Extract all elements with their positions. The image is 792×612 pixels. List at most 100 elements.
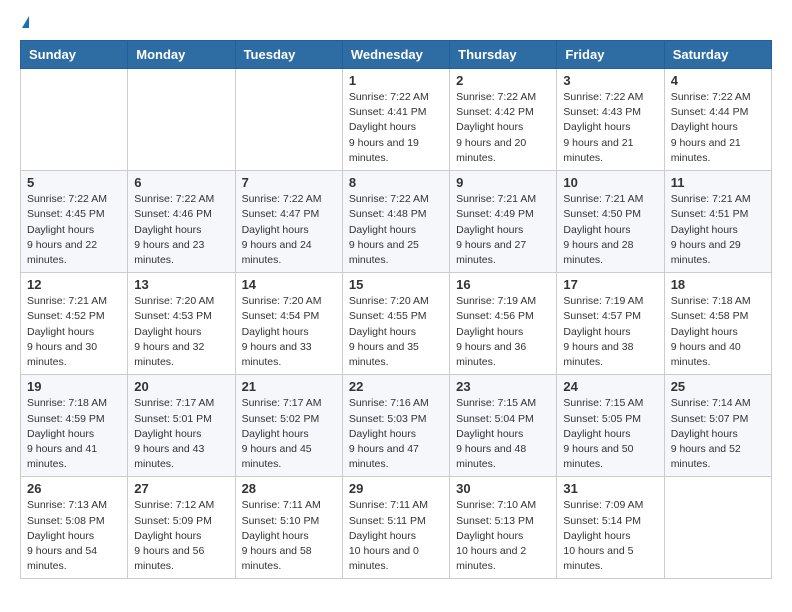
calendar-cell <box>664 477 771 579</box>
calendar-cell: 7 Sunrise: 7:22 AM Sunset: 4:47 PM Dayli… <box>235 171 342 273</box>
weekday-header: Friday <box>557 41 664 69</box>
day-number: 18 <box>671 277 765 292</box>
day-info: Sunrise: 7:22 AM Sunset: 4:41 PM Dayligh… <box>349 90 443 166</box>
calendar-table: SundayMondayTuesdayWednesdayThursdayFrid… <box>20 40 772 579</box>
calendar-cell: 24 Sunrise: 7:15 AM Sunset: 5:05 PM Dayl… <box>557 375 664 477</box>
day-number: 1 <box>349 73 443 88</box>
calendar-cell <box>21 69 128 171</box>
day-number: 20 <box>134 379 228 394</box>
calendar-cell: 11 Sunrise: 7:21 AM Sunset: 4:51 PM Dayl… <box>664 171 771 273</box>
day-number: 8 <box>349 175 443 190</box>
day-info: Sunrise: 7:20 AM Sunset: 4:55 PM Dayligh… <box>349 294 443 370</box>
day-number: 30 <box>456 481 550 496</box>
calendar-week-row: 12 Sunrise: 7:21 AM Sunset: 4:52 PM Dayl… <box>21 273 772 375</box>
day-info: Sunrise: 7:21 AM Sunset: 4:52 PM Dayligh… <box>27 294 121 370</box>
day-info: Sunrise: 7:18 AM Sunset: 4:58 PM Dayligh… <box>671 294 765 370</box>
day-info: Sunrise: 7:17 AM Sunset: 5:01 PM Dayligh… <box>134 396 228 472</box>
day-number: 16 <box>456 277 550 292</box>
calendar-cell: 30 Sunrise: 7:10 AM Sunset: 5:13 PM Dayl… <box>450 477 557 579</box>
day-info: Sunrise: 7:14 AM Sunset: 5:07 PM Dayligh… <box>671 396 765 472</box>
calendar-cell: 22 Sunrise: 7:16 AM Sunset: 5:03 PM Dayl… <box>342 375 449 477</box>
day-number: 4 <box>671 73 765 88</box>
calendar-cell: 21 Sunrise: 7:17 AM Sunset: 5:02 PM Dayl… <box>235 375 342 477</box>
calendar-cell: 15 Sunrise: 7:20 AM Sunset: 4:55 PM Dayl… <box>342 273 449 375</box>
calendar-cell: 17 Sunrise: 7:19 AM Sunset: 4:57 PM Dayl… <box>557 273 664 375</box>
calendar-cell: 5 Sunrise: 7:22 AM Sunset: 4:45 PM Dayli… <box>21 171 128 273</box>
calendar-cell: 16 Sunrise: 7:19 AM Sunset: 4:56 PM Dayl… <box>450 273 557 375</box>
calendar-header-row: SundayMondayTuesdayWednesdayThursdayFrid… <box>21 41 772 69</box>
calendar-cell: 13 Sunrise: 7:20 AM Sunset: 4:53 PM Dayl… <box>128 273 235 375</box>
day-info: Sunrise: 7:15 AM Sunset: 5:04 PM Dayligh… <box>456 396 550 472</box>
day-info: Sunrise: 7:19 AM Sunset: 4:57 PM Dayligh… <box>563 294 657 370</box>
day-info: Sunrise: 7:22 AM Sunset: 4:44 PM Dayligh… <box>671 90 765 166</box>
day-number: 5 <box>27 175 121 190</box>
day-number: 22 <box>349 379 443 394</box>
weekday-header: Wednesday <box>342 41 449 69</box>
logo-icon <box>22 16 29 28</box>
day-number: 27 <box>134 481 228 496</box>
day-number: 3 <box>563 73 657 88</box>
weekday-header: Sunday <box>21 41 128 69</box>
day-info: Sunrise: 7:17 AM Sunset: 5:02 PM Dayligh… <box>242 396 336 472</box>
logo <box>20 16 29 28</box>
weekday-header: Saturday <box>664 41 771 69</box>
calendar-cell: 23 Sunrise: 7:15 AM Sunset: 5:04 PM Dayl… <box>450 375 557 477</box>
calendar-cell: 19 Sunrise: 7:18 AM Sunset: 4:59 PM Dayl… <box>21 375 128 477</box>
day-info: Sunrise: 7:21 AM Sunset: 4:49 PM Dayligh… <box>456 192 550 268</box>
calendar-cell: 12 Sunrise: 7:21 AM Sunset: 4:52 PM Dayl… <box>21 273 128 375</box>
calendar-week-row: 1 Sunrise: 7:22 AM Sunset: 4:41 PM Dayli… <box>21 69 772 171</box>
day-info: Sunrise: 7:18 AM Sunset: 4:59 PM Dayligh… <box>27 396 121 472</box>
day-number: 28 <box>242 481 336 496</box>
calendar-week-row: 5 Sunrise: 7:22 AM Sunset: 4:45 PM Dayli… <box>21 171 772 273</box>
day-number: 6 <box>134 175 228 190</box>
day-number: 11 <box>671 175 765 190</box>
day-info: Sunrise: 7:11 AM Sunset: 5:11 PM Dayligh… <box>349 498 443 574</box>
calendar-cell <box>128 69 235 171</box>
day-number: 24 <box>563 379 657 394</box>
day-number: 25 <box>671 379 765 394</box>
day-info: Sunrise: 7:20 AM Sunset: 4:53 PM Dayligh… <box>134 294 228 370</box>
calendar-cell: 8 Sunrise: 7:22 AM Sunset: 4:48 PM Dayli… <box>342 171 449 273</box>
day-info: Sunrise: 7:22 AM Sunset: 4:48 PM Dayligh… <box>349 192 443 268</box>
calendar-cell: 31 Sunrise: 7:09 AM Sunset: 5:14 PM Dayl… <box>557 477 664 579</box>
calendar-cell: 18 Sunrise: 7:18 AM Sunset: 4:58 PM Dayl… <box>664 273 771 375</box>
day-number: 10 <box>563 175 657 190</box>
day-info: Sunrise: 7:22 AM Sunset: 4:46 PM Dayligh… <box>134 192 228 268</box>
calendar-cell: 1 Sunrise: 7:22 AM Sunset: 4:41 PM Dayli… <box>342 69 449 171</box>
page-container: SundayMondayTuesdayWednesdayThursdayFrid… <box>0 0 792 589</box>
calendar-cell: 27 Sunrise: 7:12 AM Sunset: 5:09 PM Dayl… <box>128 477 235 579</box>
weekday-header: Tuesday <box>235 41 342 69</box>
calendar-cell: 26 Sunrise: 7:13 AM Sunset: 5:08 PM Dayl… <box>21 477 128 579</box>
day-number: 21 <box>242 379 336 394</box>
day-info: Sunrise: 7:15 AM Sunset: 5:05 PM Dayligh… <box>563 396 657 472</box>
day-number: 29 <box>349 481 443 496</box>
calendar-cell: 6 Sunrise: 7:22 AM Sunset: 4:46 PM Dayli… <box>128 171 235 273</box>
calendar-cell: 10 Sunrise: 7:21 AM Sunset: 4:50 PM Dayl… <box>557 171 664 273</box>
day-info: Sunrise: 7:11 AM Sunset: 5:10 PM Dayligh… <box>242 498 336 574</box>
calendar-cell: 14 Sunrise: 7:20 AM Sunset: 4:54 PM Dayl… <box>235 273 342 375</box>
calendar-cell: 3 Sunrise: 7:22 AM Sunset: 4:43 PM Dayli… <box>557 69 664 171</box>
day-info: Sunrise: 7:09 AM Sunset: 5:14 PM Dayligh… <box>563 498 657 574</box>
calendar-cell: 25 Sunrise: 7:14 AM Sunset: 5:07 PM Dayl… <box>664 375 771 477</box>
day-info: Sunrise: 7:21 AM Sunset: 4:51 PM Dayligh… <box>671 192 765 268</box>
day-info: Sunrise: 7:19 AM Sunset: 4:56 PM Dayligh… <box>456 294 550 370</box>
day-info: Sunrise: 7:22 AM Sunset: 4:43 PM Dayligh… <box>563 90 657 166</box>
day-info: Sunrise: 7:21 AM Sunset: 4:50 PM Dayligh… <box>563 192 657 268</box>
header <box>20 16 772 28</box>
day-number: 13 <box>134 277 228 292</box>
day-info: Sunrise: 7:22 AM Sunset: 4:42 PM Dayligh… <box>456 90 550 166</box>
weekday-header: Thursday <box>450 41 557 69</box>
day-info: Sunrise: 7:13 AM Sunset: 5:08 PM Dayligh… <box>27 498 121 574</box>
calendar-cell: 28 Sunrise: 7:11 AM Sunset: 5:10 PM Dayl… <box>235 477 342 579</box>
day-info: Sunrise: 7:20 AM Sunset: 4:54 PM Dayligh… <box>242 294 336 370</box>
day-number: 12 <box>27 277 121 292</box>
day-number: 2 <box>456 73 550 88</box>
calendar-cell: 9 Sunrise: 7:21 AM Sunset: 4:49 PM Dayli… <box>450 171 557 273</box>
day-info: Sunrise: 7:12 AM Sunset: 5:09 PM Dayligh… <box>134 498 228 574</box>
day-number: 9 <box>456 175 550 190</box>
calendar-cell: 20 Sunrise: 7:17 AM Sunset: 5:01 PM Dayl… <box>128 375 235 477</box>
day-info: Sunrise: 7:10 AM Sunset: 5:13 PM Dayligh… <box>456 498 550 574</box>
day-number: 17 <box>563 277 657 292</box>
weekday-header: Monday <box>128 41 235 69</box>
calendar-cell: 29 Sunrise: 7:11 AM Sunset: 5:11 PM Dayl… <box>342 477 449 579</box>
